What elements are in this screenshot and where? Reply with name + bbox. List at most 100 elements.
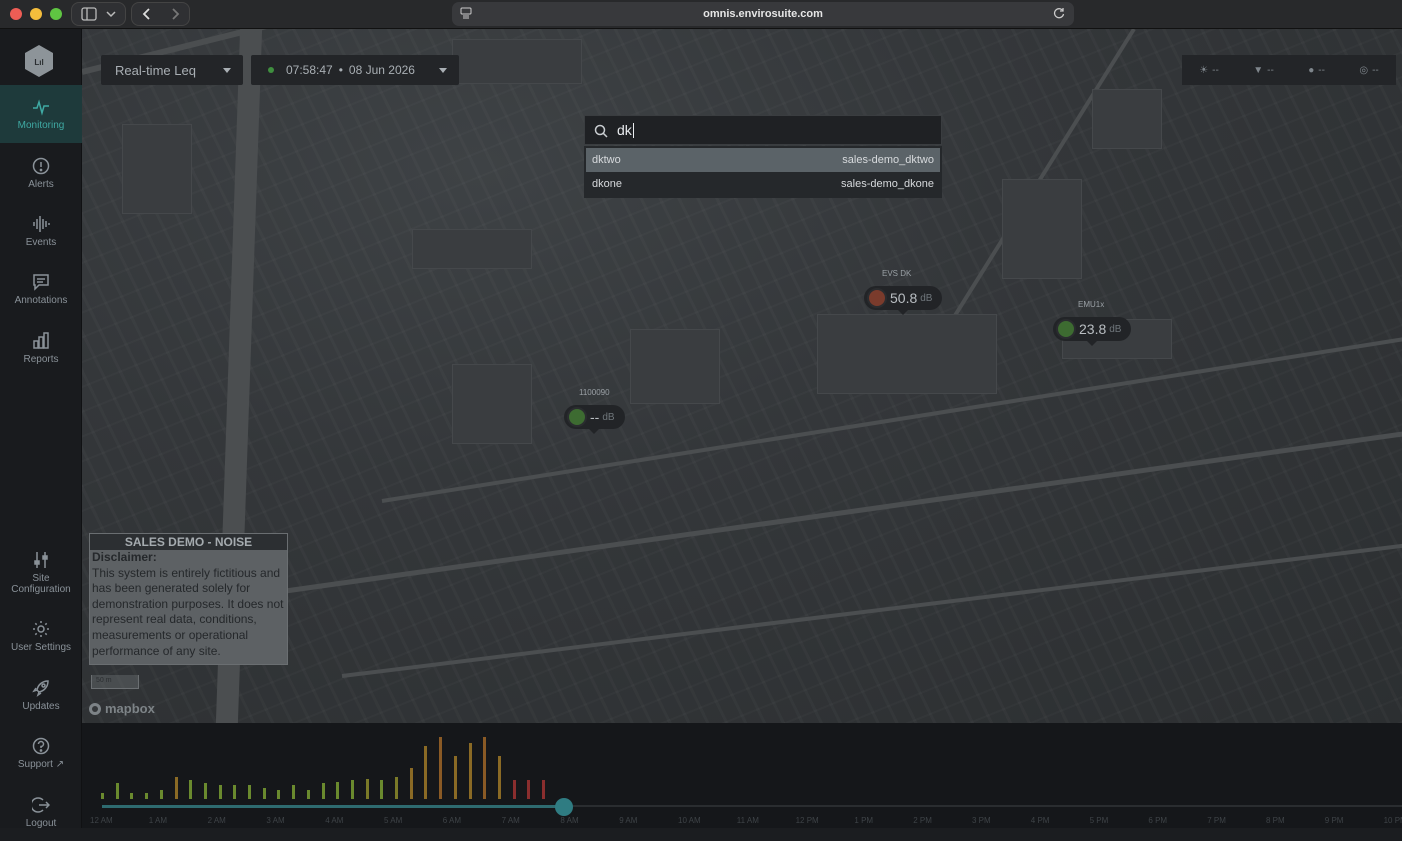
close-window-button[interactable] — [10, 8, 22, 20]
noise-marker[interactable]: -- dB — [564, 405, 625, 434]
sidebar-item-site-configuration[interactable]: Site Configuration — [0, 539, 82, 607]
timeline-tick-label: 2 PM — [913, 816, 932, 825]
caret-down-icon — [223, 68, 231, 73]
timeline-bar — [365, 779, 369, 799]
sidebar-item-support[interactable]: Support ↗ — [0, 724, 82, 782]
mapbox-attribution[interactable]: mapbox — [88, 701, 155, 716]
timeline-tick-label: 3 PM — [972, 816, 991, 825]
sidebar: Lıl Monitoring Alerts Events Annotations… — [0, 29, 82, 829]
disclaimer-panel: SALES DEMO - NOISE Disclaimer: This syst… — [89, 533, 288, 665]
timeline-bar — [409, 768, 413, 799]
history-nav — [131, 2, 190, 26]
marker-value: 50.8 — [890, 290, 918, 306]
weather-panel: ☀ -- ▼ -- ● -- ◎ -- — [1182, 55, 1396, 85]
timeline-tick-label: 7 PM — [1207, 816, 1226, 825]
timeline-bar — [350, 780, 354, 799]
timeline-tick-label: 5 AM — [384, 816, 403, 825]
timeline-progress — [102, 805, 564, 808]
droplet-icon: ● — [1308, 64, 1315, 76]
address-bar[interactable]: omnis.envirosuite.com — [452, 2, 1074, 26]
page-settings-icon[interactable] — [460, 7, 472, 19]
map-view[interactable]: Real-time Leq 07:58:47 • 08 Jun 2026 ☀ --… — [82, 29, 1402, 723]
building — [452, 364, 532, 444]
marker-label: 1100090 — [579, 388, 610, 397]
status-indicator-icon — [567, 407, 587, 427]
search-result-dkone[interactable]: dkone sales-demo_dkone — [586, 172, 940, 196]
envirosuite-logo[interactable]: Lıl — [23, 44, 55, 78]
timeline-bar — [527, 780, 531, 799]
sidebar-item-label: Alerts — [28, 178, 54, 190]
marker-unit: dB — [602, 411, 615, 423]
time-dropdown[interactable]: 07:58:47 • 08 Jun 2026 — [251, 55, 459, 85]
sidebar-item-label: Support — [17, 758, 53, 770]
alert-circle-icon — [32, 157, 50, 174]
timeline-tick-label: 8 PM — [1266, 816, 1285, 825]
marker-label: EMU1x — [1078, 300, 1105, 309]
mode-dropdown[interactable]: Real-time Leq — [101, 55, 243, 85]
sidebar-item-label: Logout — [25, 817, 57, 829]
gear-icon — [33, 620, 49, 637]
timeline-bar — [130, 793, 134, 799]
zoom-window-button[interactable] — [50, 8, 62, 20]
timeline-bar — [159, 790, 163, 799]
svg-text:Lıl: Lıl — [34, 58, 43, 67]
timeline-tick-label: 9 AM — [619, 816, 638, 825]
sliders-icon — [34, 552, 48, 568]
rocket-icon — [32, 679, 49, 697]
sidebar-item-events[interactable]: Events — [0, 202, 82, 260]
sidebar-item-alerts[interactable]: Alerts — [0, 144, 82, 202]
sidebar-item-user-settings[interactable]: User Settings — [0, 607, 82, 665]
timeline-bar — [321, 783, 325, 799]
sidebar-item-logout[interactable]: Logout — [0, 783, 82, 841]
sidebar-item-reports[interactable]: Reports — [0, 319, 82, 377]
sun-reading: ☀ -- — [1199, 65, 1219, 76]
sidebar-item-label: User Settings — [10, 641, 72, 653]
mapbox-text: mapbox — [105, 701, 155, 716]
minimize-window-button[interactable] — [30, 8, 42, 20]
timeline-bar — [115, 783, 119, 799]
timeline-tick-label: 7 AM — [501, 816, 520, 825]
sidebar-item-annotations[interactable]: Annotations — [0, 260, 82, 318]
timeline-tick-label: 3 AM — [266, 816, 285, 825]
timeline-tick-label: 2 AM — [207, 816, 226, 825]
noise-marker[interactable]: 23.8 dB — [1053, 317, 1132, 346]
timeline-tick-label: 1 PM — [854, 816, 874, 825]
gauge-icon: ◎ — [1359, 64, 1369, 76]
noise-marker[interactable]: 50.8 dB — [864, 286, 943, 315]
timeline[interactable]: 12 AM 1 AM 2 AM 3 AM 4 AM 5 AM 6 AM 7 AM 8 AM 9 A… — [82, 723, 1402, 828]
disclaimer-text: This system is entirely fictitious and h… — [92, 565, 284, 658]
timeline-tick-label: 4 AM — [325, 816, 344, 825]
timeline-scrubber-handle[interactable] — [554, 798, 573, 816]
support-label-wrap: Support ↗ — [18, 759, 64, 770]
sidebar-item-label: Monitoring — [17, 119, 65, 131]
timeline-tick-label: 6 AM — [442, 816, 462, 825]
back-icon[interactable] — [140, 7, 154, 21]
timeline-tick-label: 12 AM — [90, 816, 113, 825]
sidebar-toggle-button[interactable] — [71, 2, 126, 26]
timeline-tick-label: 5 PM — [1089, 816, 1109, 825]
timeline-bar — [512, 780, 516, 799]
search-input[interactable]: dk — [584, 115, 942, 145]
timeline-tick-label: 11 AM — [736, 816, 759, 825]
timeline-bar — [542, 780, 545, 799]
external-link-icon: ↗ — [55, 758, 65, 770]
help-circle-icon — [32, 737, 50, 754]
search-icon — [594, 124, 608, 138]
url-text: omnis.envirosuite.com — [703, 8, 823, 20]
forward-icon[interactable] — [168, 7, 182, 21]
marker-value: 23.8 — [1079, 321, 1107, 337]
reload-icon[interactable] — [1052, 6, 1066, 20]
marker-value: -- — [590, 409, 600, 425]
pressure-reading: ◎ -- — [1359, 65, 1378, 76]
sidebar-item-monitoring[interactable]: Monitoring — [0, 85, 82, 143]
search-result-dktwo[interactable]: dktwo sales-demo_dktwo — [586, 148, 940, 172]
sidebar-item-label: Site Configuration — [11, 573, 71, 595]
marker-unit: dB — [920, 292, 933, 304]
timeline-bar — [233, 785, 237, 799]
sidebar-item-updates[interactable]: Updates — [0, 666, 82, 724]
result-site: sales-demo_dkone — [841, 178, 934, 190]
road — [281, 428, 1402, 594]
timeline-tick-label: 4 PM — [1030, 816, 1050, 825]
sun-icon: ☀ — [1199, 64, 1209, 76]
caret-down-icon — [439, 68, 447, 73]
